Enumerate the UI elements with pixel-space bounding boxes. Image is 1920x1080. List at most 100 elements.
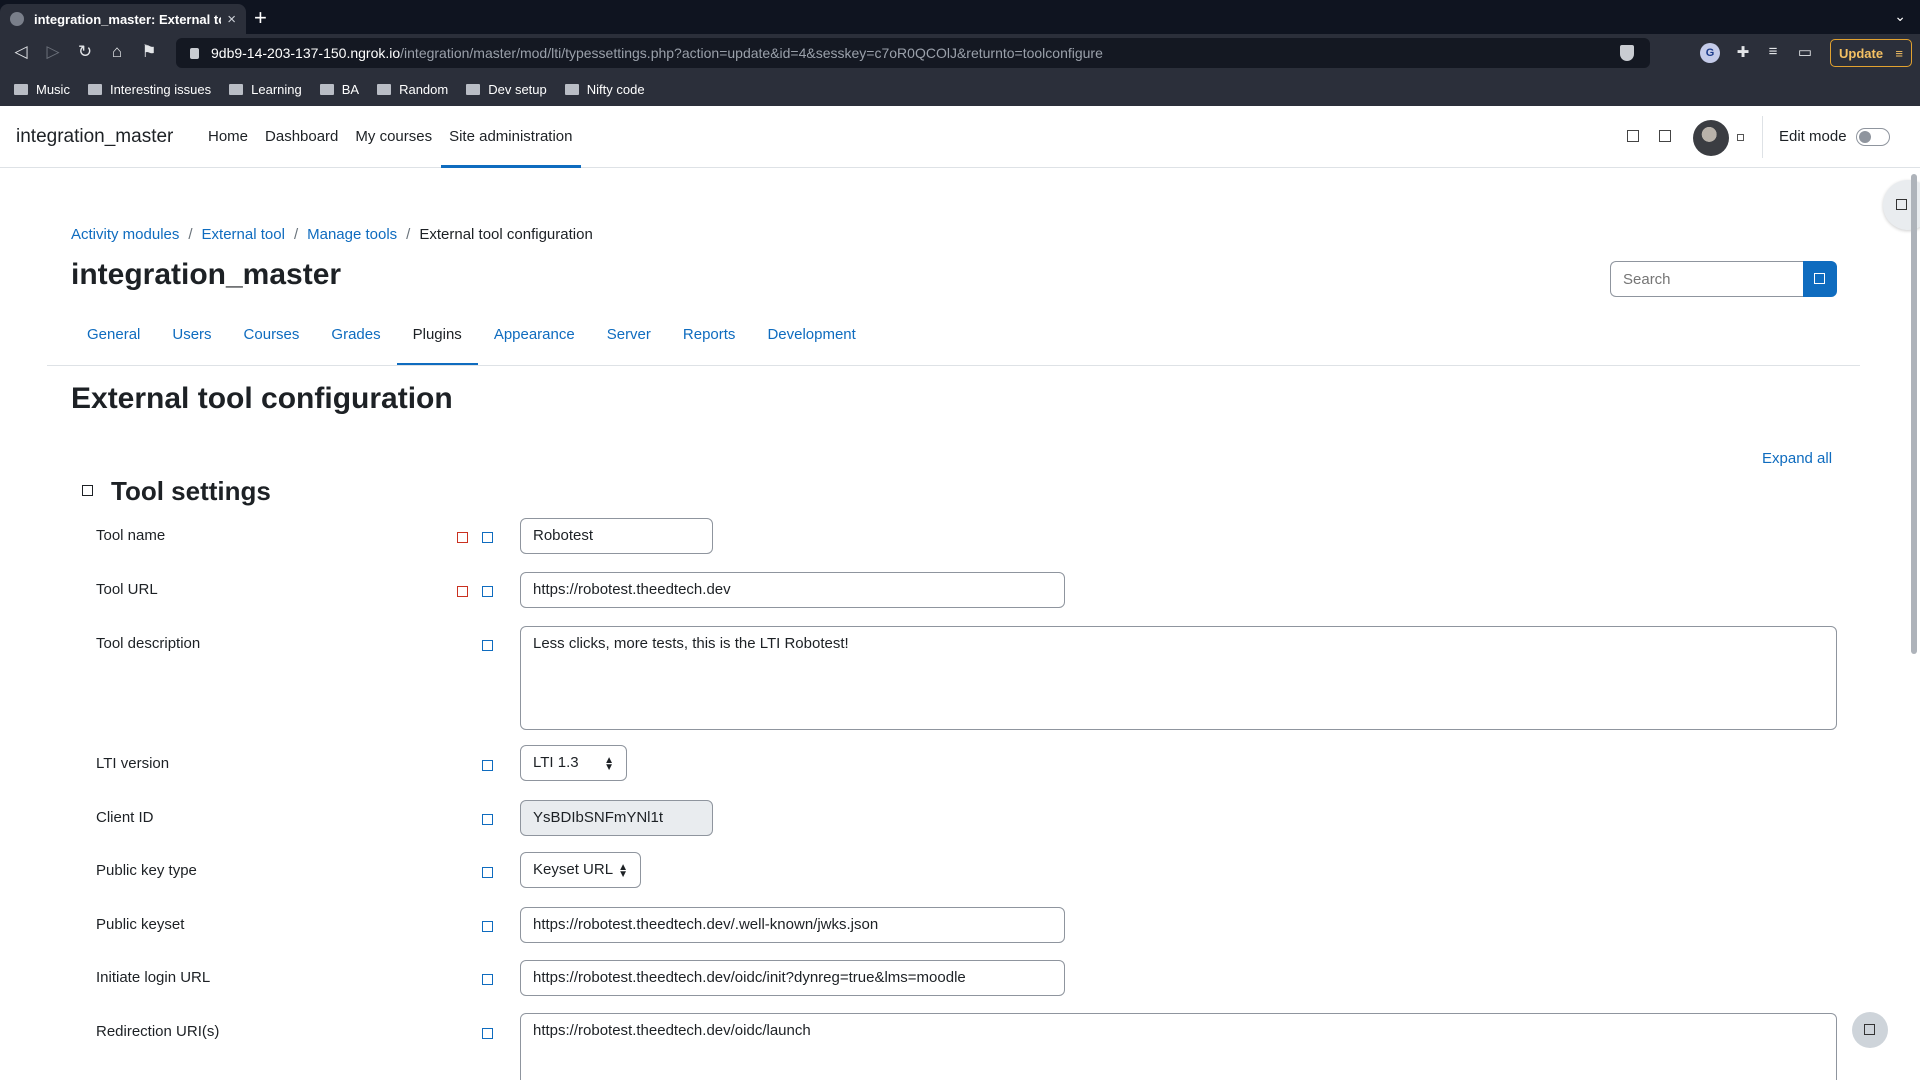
tab-grades[interactable]: Grades [315,318,396,366]
help-icon[interactable] [482,1028,493,1039]
footer-help-button[interactable] [1852,1012,1888,1048]
bookmark-folder[interactable]: Learning [229,82,302,97]
bookmark-label: Music [36,81,70,97]
folder-icon [564,83,579,95]
nav-dashboard[interactable]: Dashboard [257,106,346,168]
bookmark-folder[interactable]: Nifty code [564,81,645,97]
folder-icon [229,83,244,95]
user-menu-caret-icon[interactable] [1737,134,1744,141]
breadcrumb-external-tool[interactable]: External tool [202,226,285,243]
back-icon[interactable]: ◁ [10,42,32,62]
section-title[interactable]: Tool settings [111,476,271,507]
help-icon[interactable] [482,974,493,985]
lti-version-select[interactable]: LTI 1.3 ▲ ▼ [520,745,627,781]
header-divider [1762,116,1763,158]
tool-name-label: Tool name [96,527,166,544]
folder-icon [14,83,28,95]
help-icon[interactable] [482,921,493,932]
expand-all-link[interactable]: Expand all [1762,450,1832,467]
nav-home[interactable]: Home [200,106,256,168]
breadcrumb-current: External tool configuration [419,226,593,243]
bookmark-folder[interactable]: Random [377,82,448,97]
url-path: /integration/master/mod/lti/typessetting… [400,45,1103,61]
help-icon[interactable] [482,867,493,878]
notifications-icon[interactable] [1627,130,1639,142]
tab-general[interactable]: General [71,318,156,366]
select-caret-icon: ▲ ▼ [604,755,614,773]
brave-shield-icon[interactable] [1620,45,1634,61]
nav-site-administration[interactable]: Site administration [441,106,581,168]
new-tab-button[interactable]: + [254,7,267,29]
wallet-icon[interactable]: ▭ [1795,43,1815,63]
tab-appearance[interactable]: Appearance [478,318,591,366]
breadcrumb-separator: / [406,226,411,243]
messages-icon[interactable] [1659,130,1671,142]
public-key-type-label: Public key type [96,862,197,879]
required-icon [457,586,468,597]
public-key-type-value: Keyset URL [533,861,614,878]
puzzle-icon[interactable]: ✚ [1733,43,1753,63]
admin-search-input[interactable] [1610,261,1804,297]
primary-nav: Home Dashboard My courses Site administr… [200,106,582,168]
page-heading: External tool configuration [71,382,453,415]
redirection-uris-textarea[interactable]: https://robotest.theedtech.dev/oidc/laun… [520,1013,1837,1080]
bookmark-icon[interactable]: ⚑ [138,42,160,62]
site-brand[interactable]: integration_master [16,126,173,148]
bookmark-folder[interactable]: BA [319,82,359,97]
public-keyset-input[interactable]: https://robotest.theedtech.dev/.well-kno… [520,907,1065,943]
home-icon[interactable]: ⌂ [106,42,128,62]
tab-development[interactable]: Development [751,318,871,366]
chevron-down-icon[interactable]: ⌄ [1894,8,1906,25]
playlist-icon[interactable]: ≡ [1763,43,1783,63]
address-bar[interactable]: 9db9-14-203-137-150.ngrok.io /integratio… [176,38,1650,68]
bookmark-folder[interactable]: Interesting issues [87,82,211,97]
tool-url-input[interactable]: https://robotest.theedtech.dev [520,572,1065,608]
initiate-login-url-label: Initiate login URL [96,969,211,986]
browser-tab-bar: integration_master: External tool × + ⌄ [0,0,1920,34]
public-key-type-select[interactable]: Keyset URL ▲ ▼ [520,852,641,888]
lock-icon [190,47,199,59]
forward-icon[interactable]: ▷ [42,42,64,62]
lti-version-value: LTI 1.3 [533,754,579,771]
tab-server[interactable]: Server [591,318,667,366]
tab-plugins[interactable]: Plugins [396,318,478,366]
update-label: Update [1839,45,1884,61]
help-icon[interactable] [482,760,493,771]
bookmark-label: Nifty code [586,81,645,97]
help-icon[interactable] [482,814,493,825]
user-avatar[interactable] [1693,120,1729,156]
update-button[interactable]: Update ≡ [1830,39,1912,67]
initiate-login-url-input[interactable]: https://robotest.theedtech.dev/oidc/init… [520,960,1065,996]
close-icon[interactable]: × [227,11,236,28]
drawer-icon [1896,199,1907,210]
folder-icon [466,83,481,95]
secondary-nav: General Users Courses Grades Plugins App… [71,318,872,366]
tab-reports[interactable]: Reports [667,318,752,366]
edit-mode-toggle[interactable] [1856,128,1890,146]
search-button[interactable] [1803,261,1837,297]
globe-icon [10,12,24,26]
browser-toolbar: ◁ ▷ ↻ ⌂ ⚑ 9db9-14-203-137-150.ngrok.io /… [0,34,1920,72]
help-icon[interactable] [482,640,493,651]
translate-extension-icon[interactable]: G [1700,43,1720,63]
collapse-icon[interactable] [82,485,93,496]
required-icon [457,532,468,543]
tab-users[interactable]: Users [156,318,227,366]
breadcrumb-manage-tools[interactable]: Manage tools [307,226,397,243]
public-keyset-label: Public keyset [96,916,185,933]
bookmark-folder[interactable]: Dev setup [466,82,547,97]
tab-courses[interactable]: Courses [228,318,316,366]
page-title: integration_master [71,258,342,291]
tool-description-textarea[interactable]: Less clicks, more tests, this is the LTI… [520,626,1837,730]
scrollbar-thumb[interactable] [1911,174,1917,654]
browser-tab[interactable]: integration_master: External tool × [0,4,246,34]
breadcrumb-activity-modules[interactable]: Activity modules [71,226,179,243]
tab-title: integration_master: External tool [34,11,222,27]
help-icon[interactable] [482,586,493,597]
bookmark-folder[interactable]: Music [14,82,70,97]
nav-my-courses[interactable]: My courses [347,106,440,168]
help-icon[interactable] [482,532,493,543]
reload-icon[interactable]: ↻ [74,42,96,62]
tool-name-input[interactable]: Robotest [520,518,713,554]
breadcrumb-separator: / [293,226,299,243]
